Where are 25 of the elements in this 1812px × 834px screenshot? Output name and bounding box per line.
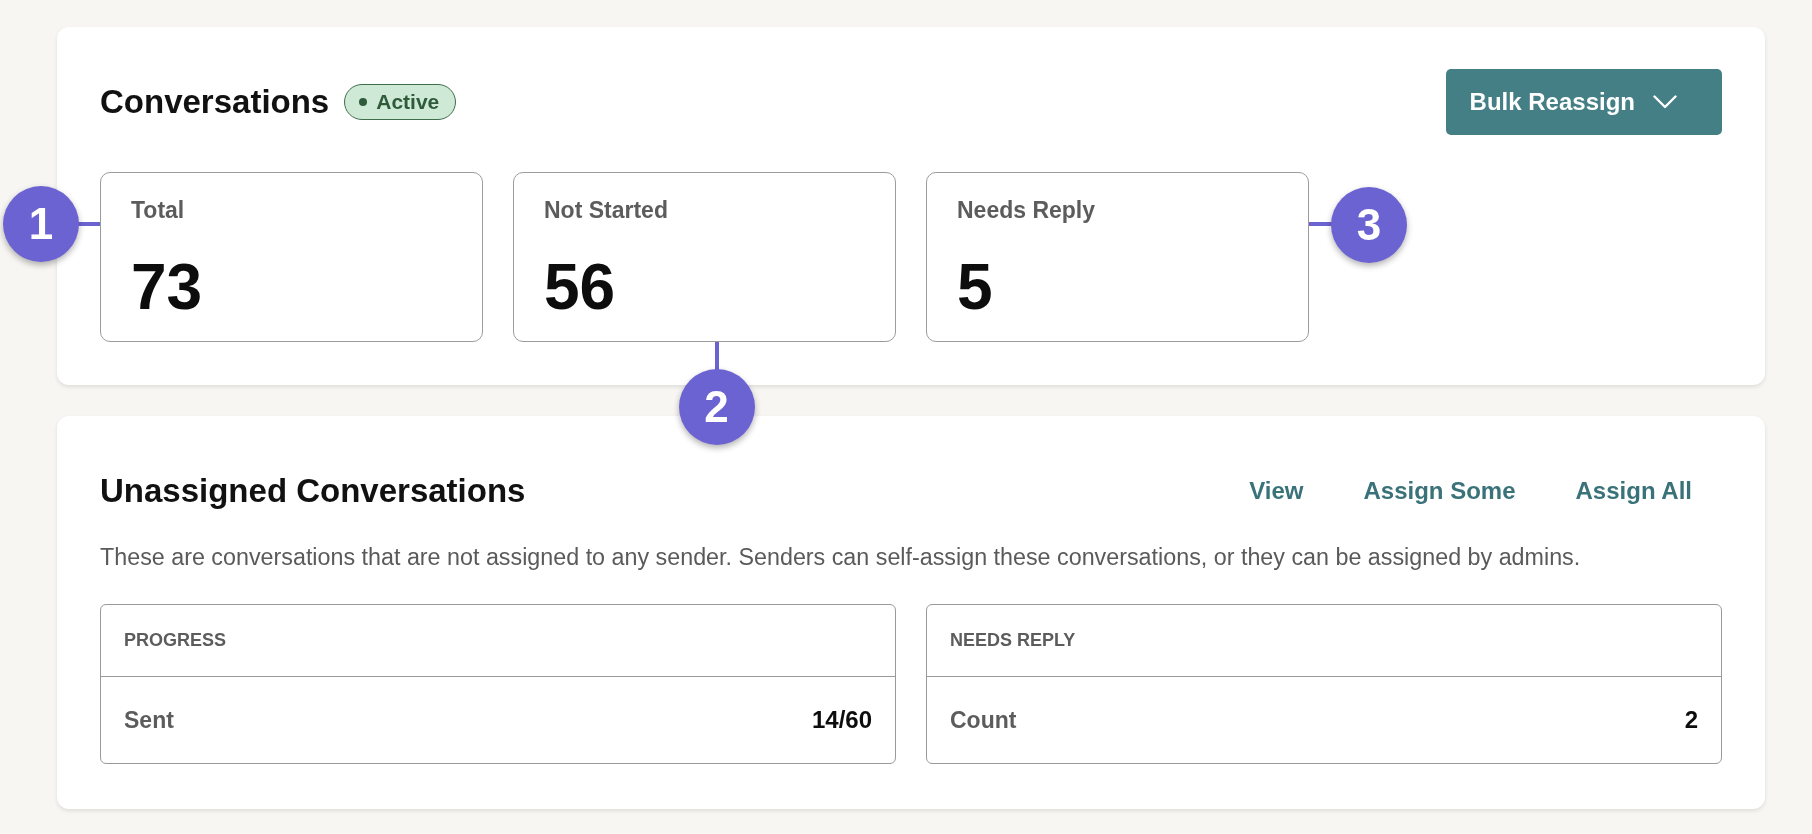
row-value: 2 bbox=[1684, 706, 1698, 734]
table-header: NEEDS REPLY bbox=[927, 605, 1721, 677]
step-marker: 2 bbox=[678, 369, 755, 445]
table-header: PROGRESS bbox=[101, 605, 895, 677]
row-label: Sent bbox=[124, 706, 174, 734]
stat-label: Total bbox=[131, 196, 186, 224]
step-marker: 1 bbox=[3, 186, 79, 262]
stat-label: Needs Reply bbox=[957, 196, 1097, 224]
status-dot-icon bbox=[359, 98, 368, 106]
chevron-down-icon bbox=[1653, 95, 1677, 109]
stat-value: 73 bbox=[131, 251, 204, 323]
stat-value: 5 bbox=[957, 251, 994, 323]
row-label: Count bbox=[950, 706, 1017, 734]
action-link[interactable]: Assign Some bbox=[1351, 469, 1528, 513]
step-marker: 3 bbox=[1331, 187, 1407, 263]
bulk-reassign-button[interactable]: Bulk Reassign bbox=[1445, 69, 1722, 135]
section-title: Conversations bbox=[100, 82, 330, 122]
row-value: 14/60 bbox=[811, 706, 872, 734]
action-link[interactable]: View bbox=[1237, 469, 1316, 513]
description-text: These are conversations that are not assigned to any sender. Senders can self-assign these conversations, or they can be assigned by admins. bbox=[100, 543, 1582, 572]
stat-value: 56 bbox=[544, 251, 617, 323]
stat-label: Not Started bbox=[544, 196, 669, 224]
section-title: Unassigned Conversations bbox=[100, 471, 526, 511]
status-label: Active bbox=[376, 90, 440, 114]
action-link[interactable]: Assign All bbox=[1563, 469, 1704, 513]
